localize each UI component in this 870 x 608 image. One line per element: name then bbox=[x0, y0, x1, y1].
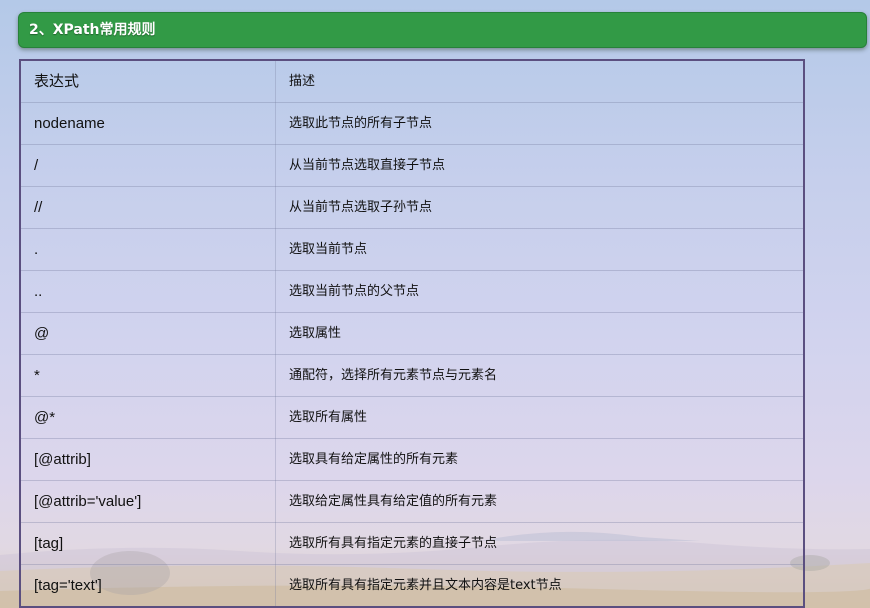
table-row: [tag='text'] 选取所有具有指定元素并且文本内容是text节点 bbox=[20, 564, 804, 607]
section-title: 2、XPath常用规则 bbox=[18, 12, 867, 48]
table-row: @* 选取所有属性 bbox=[20, 396, 804, 439]
table-header-row: 表达式 描述 bbox=[20, 60, 804, 103]
expression-cell: @* bbox=[20, 396, 276, 439]
expression-cell: .. bbox=[20, 270, 276, 313]
table-row: .. 选取当前节点的父节点 bbox=[20, 270, 804, 313]
description-cell: 选取所有具有指定元素并且文本内容是text节点 bbox=[289, 578, 562, 593]
table-row: . 选取当前节点 bbox=[20, 228, 804, 271]
description-cell: 选取具有给定属性的所有元素 bbox=[275, 438, 804, 481]
table-row: [@attrib='value'] 选取给定属性具有给定值的所有元素 bbox=[20, 480, 804, 523]
xpath-rules-table: 表达式 描述 nodename 选取此节点的所有子节点 / 从当前节点选取直接子节点 /… bbox=[19, 59, 805, 608]
description-cell: 选取当前节点 bbox=[275, 228, 804, 271]
table-row: [tag] 选取所有具有指定元素的直接子节点 bbox=[20, 522, 804, 565]
expression-cell: [@attrib='value'] bbox=[20, 480, 276, 523]
expression-cell: [tag='text'] bbox=[20, 564, 276, 607]
expression-cell: [@attrib] bbox=[20, 438, 276, 481]
expression-cell: @ bbox=[20, 312, 276, 355]
expression-cell: . bbox=[20, 228, 276, 271]
expression-cell: // bbox=[20, 186, 276, 229]
header-expression: 表达式 bbox=[20, 60, 276, 103]
description-cell: 选取所有属性 bbox=[275, 396, 804, 439]
description-cell: 选取当前节点的父节点 bbox=[275, 270, 804, 313]
description-cell: 通配符，选择所有元素节点与元素名 bbox=[275, 354, 804, 397]
expression-cell: [tag] bbox=[20, 522, 276, 565]
expression-cell: * bbox=[20, 354, 276, 397]
description-cell: 选取给定属性具有给定值的所有元素 bbox=[275, 480, 804, 523]
expression-cell: / bbox=[20, 144, 276, 187]
header-description: 描述 bbox=[275, 60, 804, 103]
table-row: * 通配符，选择所有元素节点与元素名 bbox=[20, 354, 804, 397]
description-cell: 选取属性 bbox=[275, 312, 804, 355]
table-row: nodename 选取此节点的所有子节点 bbox=[20, 102, 804, 145]
description-cell: 选取所有具有指定元素的直接子节点 bbox=[275, 522, 804, 565]
description-cell: 从当前节点选取子孙节点 bbox=[275, 186, 804, 229]
table-row: @ 选取属性 bbox=[20, 312, 804, 355]
description-cell: 选取此节点的所有子节点 bbox=[275, 102, 804, 145]
description-cell: 从当前节点选取直接子节点 bbox=[275, 144, 804, 187]
table-row: [@attrib] 选取具有给定属性的所有元素 bbox=[20, 438, 804, 481]
table-row: / 从当前节点选取直接子节点 bbox=[20, 144, 804, 187]
expression-cell: nodename bbox=[20, 102, 276, 145]
table-row: //从当前节点选取子孙节点 bbox=[20, 186, 804, 229]
